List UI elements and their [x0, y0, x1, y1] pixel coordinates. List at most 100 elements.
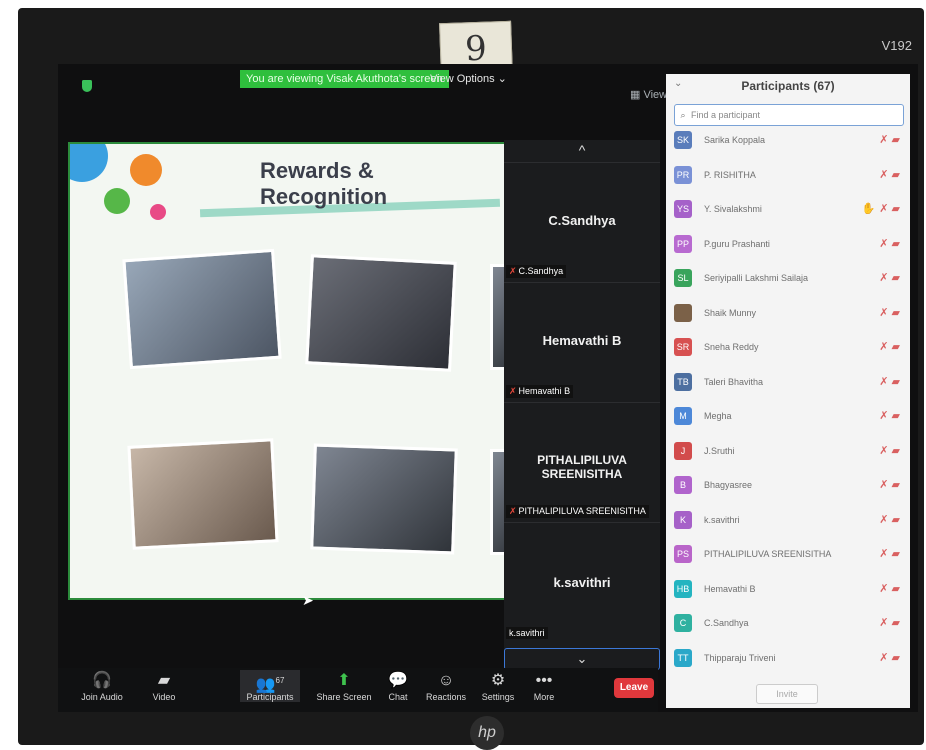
participant-status-icons: ✗ ▰: [879, 340, 900, 353]
invite-button[interactable]: Invite: [756, 684, 818, 704]
participant-row[interactable]: TB Taleri Bhavitha ✗ ▰: [666, 368, 910, 398]
participants-panel: ⌄ Participants (67) ⌕ Find a participant …: [666, 74, 910, 708]
tile-label-text: C.Sandhya: [518, 266, 564, 276]
video-tile[interactable]: C.Sandhya ✗ C.Sandhya: [504, 162, 660, 281]
camera-off-icon: ▰: [888, 375, 900, 388]
participant-row[interactable]: B Bhagyasree ✗ ▰: [666, 471, 910, 501]
camera-off-icon: ▰: [888, 410, 900, 422]
camera-off-icon: ▰: [888, 237, 900, 250]
participant-status-icons: ✗ ▰: [879, 237, 900, 250]
award-photo: [305, 254, 457, 372]
participant-status-icons: ✗ ▰: [879, 616, 900, 629]
reactions-icon: ☺: [437, 672, 455, 689]
avatar: YS: [674, 200, 692, 218]
participants-button[interactable]: 👥67 Participants: [240, 670, 300, 702]
tile-label: ✗ C.Sandhya: [506, 265, 567, 278]
avatar: PR: [674, 165, 692, 184]
headphones-icon: 🎧: [92, 672, 112, 689]
participant-row[interactable]: SK Sarika Koppala ✗ ▰: [666, 126, 910, 156]
participant-name: Bhagyasree: [704, 480, 753, 490]
more-label: More: [533, 692, 555, 702]
video-button[interactable]: ▰ Video: [134, 670, 194, 702]
camera-off-icon: ▰: [888, 651, 900, 664]
participant-name: Seriyipalli Lakshmi Sailaja: [704, 273, 809, 283]
participant-name: Taleri Bhavitha: [704, 376, 764, 387]
mouse-cursor-icon: ➤: [302, 592, 314, 608]
camera-off-icon: ▰: [888, 306, 900, 319]
participant-status-icons: ✗ ▰: [879, 444, 900, 457]
tile-name: PITHALIPILUVA SREENISITHA: [537, 453, 627, 481]
join-audio-button[interactable]: 🎧 Join Audio: [72, 670, 132, 702]
reactions-button[interactable]: ☺ Reactions: [416, 670, 476, 702]
more-button[interactable]: ••• More: [514, 670, 574, 702]
leave-button[interactable]: Leave: [614, 678, 654, 698]
shield-icon[interactable]: [82, 80, 92, 92]
more-icon: •••: [535, 672, 553, 689]
gallery-down-button[interactable]: ⌄: [504, 648, 660, 670]
chat-label: Chat: [388, 692, 408, 702]
participant-status-icons: ✗ ▰: [879, 133, 900, 146]
photo-frame: V192 9 You are viewing Visak Akuthota's …: [0, 0, 926, 750]
avatar: J: [674, 441, 692, 460]
participant-name: Y. Sivalakshmi: [704, 204, 762, 214]
participant-name: PITHALIPILUVA SREENISITHA: [704, 549, 832, 559]
participant-row[interactable]: SL Seriyipalli Lakshmi Sailaja ✗ ▰: [666, 264, 910, 294]
decor-circle-blue: [70, 144, 108, 182]
participant-row[interactable]: J J.Sruthi ✗ ▰: [666, 437, 910, 467]
avatar: M: [674, 407, 692, 425]
view-options-button[interactable]: View Options ⌄: [430, 72, 507, 85]
muted-mic-icon: ✗: [509, 506, 517, 516]
participant-row[interactable]: HB Hemavathi B ✗ ▰: [666, 575, 910, 605]
avatar: TT: [674, 648, 692, 667]
tile-label-text: Hemavathi B: [518, 386, 571, 396]
avatar: C: [674, 614, 692, 632]
raised-hand-icon: ✋: [861, 203, 876, 215]
participant-name: P.guru Prashanti: [704, 238, 770, 249]
participant-row[interactable]: SR Sneha Reddy ✗ ▰: [666, 333, 910, 363]
participant-row[interactable]: C C.Sandhya ✗ ▰: [666, 609, 910, 639]
participant-status-icons: ✗ ▰: [879, 409, 900, 422]
avatar: HB: [674, 579, 692, 598]
search-icon: ⌕: [680, 110, 686, 120]
award-photo: [127, 438, 279, 550]
participant-name: Shaik Munny: [704, 307, 757, 318]
tile-label: ✗ PITHALIPILUVA SREENISITHA: [506, 505, 649, 518]
participant-row[interactable]: PS PITHALIPILUVA SREENISITHA ✗ ▰: [666, 540, 910, 570]
avatar: K: [674, 510, 692, 529]
participants-icon: 👥67: [255, 676, 285, 694]
participant-row[interactable]: PR P. RISHITHA ✗ ▰: [666, 161, 910, 191]
participant-name: Hemavathi B: [704, 583, 756, 594]
decor-circle-green: [104, 188, 130, 214]
participant-row[interactable]: Shaik Munny ✗ ▰: [666, 299, 910, 329]
participant-row[interactable]: Kk.savithri ✗ ▰: [666, 506, 910, 536]
participant-status-icons: ✗ ▰: [879, 306, 900, 319]
avatar: SK: [674, 131, 692, 149]
participant-row[interactable]: TT Thipparaju Triveni ✗ ▰: [666, 644, 910, 674]
video-gallery: ^ C.Sandhya ✗ C.Sandhya Hemavathi B ✗ Hema…: [504, 140, 660, 670]
camera-off-icon: ▰: [888, 203, 900, 215]
decor-circle-orange: [130, 154, 162, 186]
monitor-bezel: V192 9 You are viewing Visak Akuthota's …: [18, 8, 924, 750]
gallery-up-button[interactable]: ^: [504, 140, 660, 160]
muted-mic-icon: ✗: [509, 266, 517, 276]
participant-row[interactable]: M Megha ✗ ▰: [666, 402, 910, 432]
video-tile[interactable]: k.savithri k.savithri: [504, 522, 660, 645]
video-tile[interactable]: Hemavathi B ✗ Hemavathi B: [504, 282, 660, 401]
share-screen-button[interactable]: ⬆ Share Screen: [314, 670, 374, 702]
camera-off-icon: ▰: [888, 513, 900, 526]
avatar: SL: [674, 269, 692, 287]
participant-name: C.Sandhya: [704, 618, 749, 628]
camera-off-icon: ▰: [888, 168, 900, 181]
tile-label-text: PITHALIPILUVA SREENISITHA: [518, 506, 646, 516]
participant-row[interactable]: PP P.guru Prashanti ✗ ▰: [666, 230, 910, 260]
participants-title: Participants (67): [741, 79, 835, 93]
view-button-label: View: [643, 89, 668, 101]
participant-row[interactable]: YS Y. Sivalakshmi ✋ ✗ ▰: [666, 195, 910, 225]
reactions-label: Reactions: [425, 692, 467, 702]
award-photo: [310, 443, 458, 555]
shared-slide: Rewards & Recognition: [68, 142, 508, 600]
view-button[interactable]: ▦ View: [630, 88, 667, 101]
join-audio-label: Join Audio: [81, 692, 123, 702]
video-tile[interactable]: PITHALIPILUVA SREENISITHA ✗ PITHALIPILUVA…: [504, 402, 660, 521]
participant-search-input[interactable]: ⌕ Find a participant: [674, 104, 904, 126]
